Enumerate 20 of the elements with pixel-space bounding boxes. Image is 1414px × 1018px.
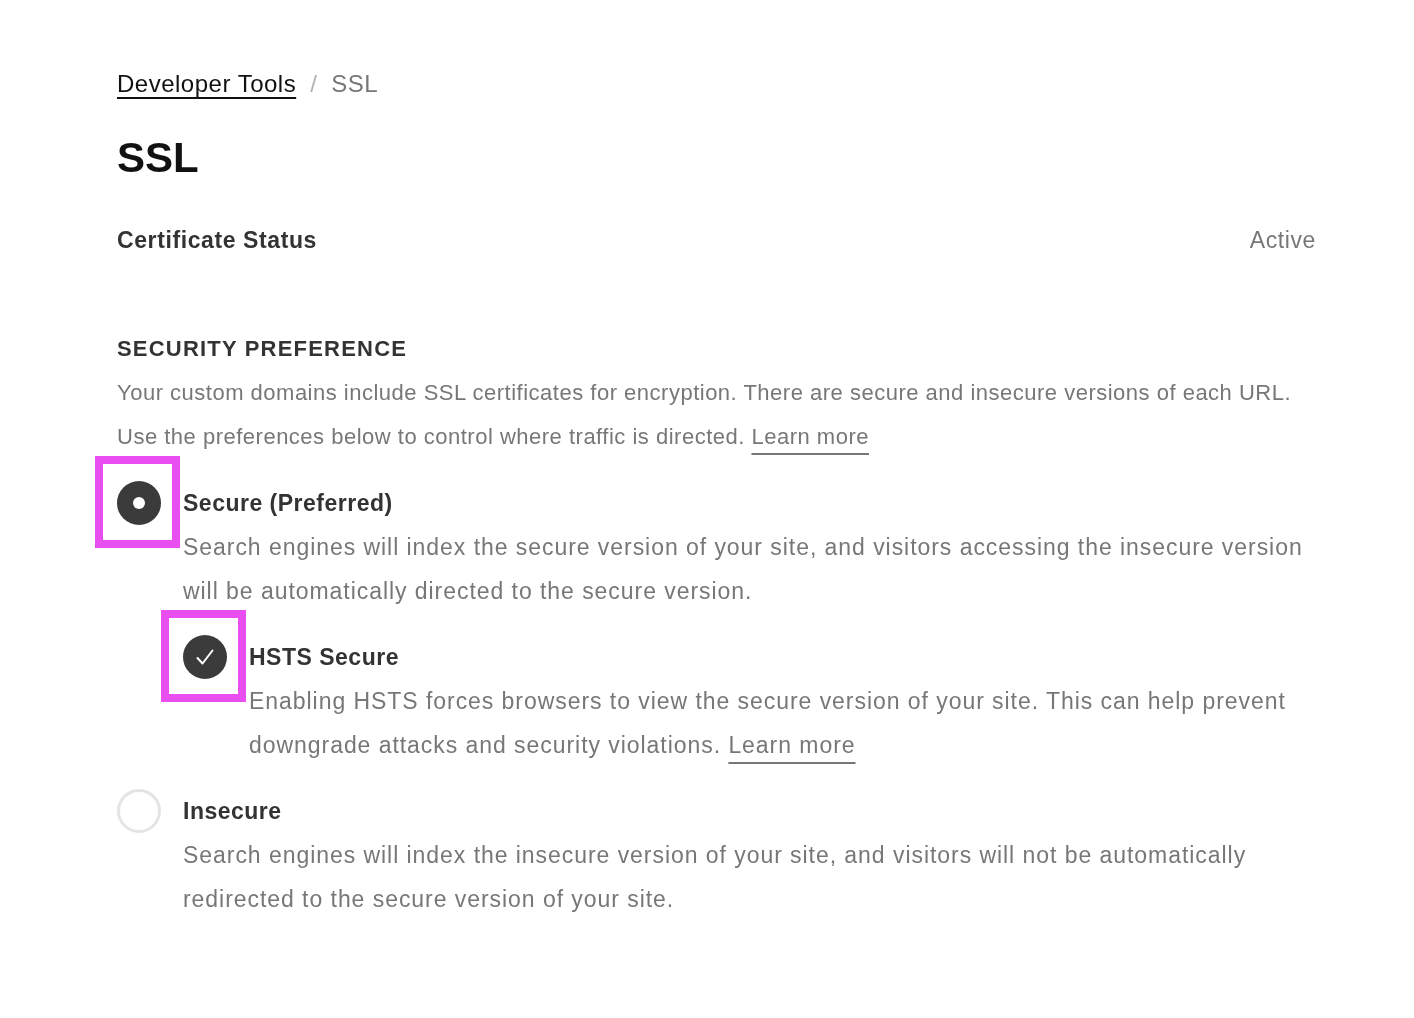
breadcrumb-link[interactable]: Developer Tools: [117, 70, 297, 98]
section-description: Your custom domains include SSL certificates for encryption. There are secure and insecure versions of each URL. Use the preferences below to control where traffic is directed. Learn more: [117, 379, 1293, 451]
section-heading: SECURITY PREFERENCE: [117, 335, 409, 363]
radio-button[interactable]: [117, 481, 161, 525]
learn-more-link[interactable]: Learn more: [728, 732, 856, 758]
breadcrumb-current: SSL: [331, 70, 379, 98]
option-label: Insecure: [183, 797, 283, 826]
learn-more-link[interactable]: Learn more: [751, 424, 869, 449]
status-value: Active: [1249, 226, 1316, 254]
check-icon: [196, 649, 214, 665]
option-description: Search engines will index the secure version of your site, and visitors accessing the insecure version will be automatically directed to the secure version.: [183, 533, 1304, 606]
checkbox[interactable]: [183, 635, 227, 679]
option-description: Search engines will index the insecure version of your site, and visitors will not be automatically redirected to the secure version of your site.: [183, 841, 1248, 914]
option-description: Enabling HSTS forces browsers to view the secure version of your site. This can help prevent downgrade attacks and security violations. Learn more: [249, 687, 1287, 760]
status-label: Certificate Status: [117, 226, 317, 254]
option-label: HSTS Secure: [249, 643, 400, 672]
page-title: SSL: [117, 133, 200, 183]
breadcrumb-separator: /: [310, 70, 318, 98]
option-label: Secure (Preferred): [183, 489, 394, 518]
radio-button[interactable]: [117, 789, 161, 833]
